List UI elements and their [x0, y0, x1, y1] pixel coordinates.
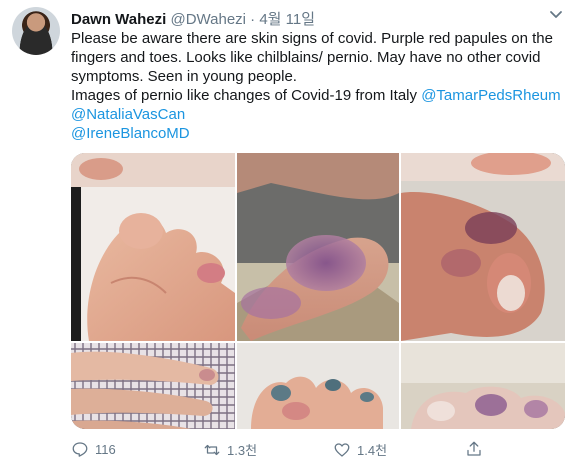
like-count: 1.4천 — [357, 443, 388, 458]
like-icon — [334, 442, 350, 457]
tweet-media-collage[interactable] — [71, 153, 565, 429]
separator: · — [250, 11, 256, 28]
author-handle[interactable]: @DWahezi — [170, 11, 246, 28]
tweet-text: Please be aware there are skin signs of … — [71, 29, 566, 143]
share-icon — [467, 441, 481, 456]
tweet-actions: 116 1.3천 1.4천 — [71, 440, 565, 462]
share-button[interactable] — [465, 440, 483, 458]
photo-toes-bottommiddle — [237, 343, 399, 429]
tweet-text-segment: Images of pernio like changes of Covid-1… — [71, 87, 418, 104]
avatar[interactable] — [12, 7, 60, 55]
tweet-text-line: Images of pernio like changes of Covid-1… — [71, 86, 566, 105]
tweet-text-line: Please be aware there are skin signs of … — [71, 30, 553, 85]
mention-link[interactable]: @NataliaVasCan — [71, 106, 185, 123]
photo-fingers-bottomleft — [71, 343, 235, 429]
reply-icon — [72, 442, 88, 457]
retweet-button[interactable]: 1.3천 — [203, 440, 257, 459]
photo-toes-topmiddle — [237, 153, 399, 341]
photo-toes-topleft — [71, 153, 235, 341]
mention-link[interactable]: @TamarPedsRheum — [421, 87, 560, 104]
retweet-count: 1.3천 — [227, 443, 258, 458]
author-name[interactable]: Dawn Wahezi — [71, 11, 166, 28]
like-button[interactable]: 1.4천 — [333, 440, 387, 459]
photo-toes-topright — [401, 153, 565, 341]
tweet-date[interactable]: 4월 11일 — [259, 11, 315, 28]
mention-link[interactable]: @IreneBlancoMD — [71, 125, 190, 142]
reply-count: 116 — [95, 441, 116, 457]
chevron-down-icon[interactable] — [546, 6, 566, 24]
tweet-header: Dawn Wahezi @DWahezi · 4월 11일 — [71, 8, 315, 29]
retweet-icon — [204, 444, 220, 455]
reply-button[interactable]: 116 — [71, 440, 116, 458]
tweet[interactable]: Dawn Wahezi @DWahezi · 4월 11일 Please be … — [0, 0, 580, 470]
photo-toes-bottomright — [401, 343, 565, 429]
